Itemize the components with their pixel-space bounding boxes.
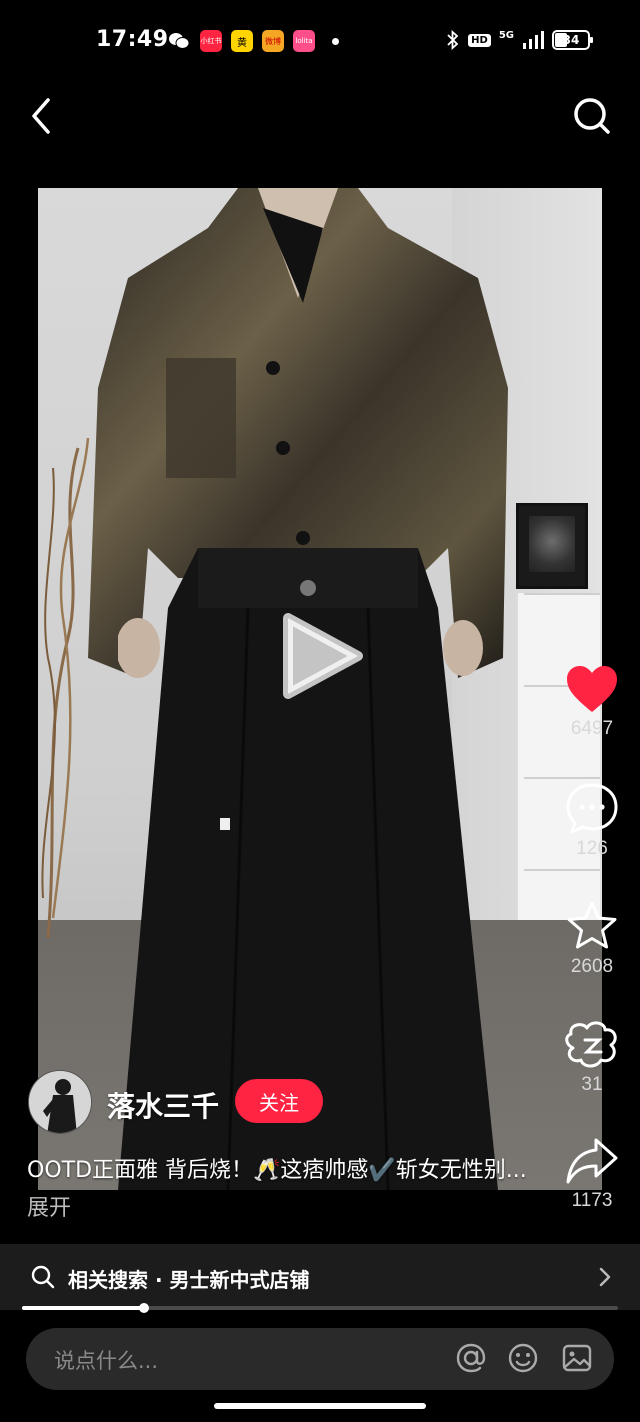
like-count: 6497: [570, 718, 614, 739]
caption-text: OOTD正面雅 背后烧！🥂这痞帅感✔️斩女无性别...: [27, 1158, 527, 1183]
progress-handle[interactable]: [139, 1303, 150, 1313]
avatar[interactable]: [28, 1070, 92, 1134]
expand-link[interactable]: 展开: [27, 1196, 71, 1221]
collect-button[interactable]: 2608: [560, 900, 624, 978]
status-time: 17:49: [96, 27, 169, 52]
comment-placeholder: 说点什么...: [54, 1349, 159, 1373]
search-icon: [574, 98, 610, 134]
comment-bubble-icon: [566, 783, 618, 834]
status-bar: 17:49 小红书 黄 微博 lolita HD 5G 34: [0, 0, 640, 80]
mention-icon[interactable]: [454, 1341, 488, 1375]
related-search-bar[interactable]: 相关搜索 · 男士新中式店铺: [0, 1244, 640, 1310]
video-player[interactable]: [38, 188, 602, 1190]
comment-count: 126: [576, 838, 608, 859]
video-progress-bar[interactable]: [22, 1303, 618, 1313]
star-icon: [567, 901, 617, 949]
more-notifs-dot-icon: [330, 30, 340, 52]
post-caption[interactable]: OOTD正面雅 背后烧！🥂这痞帅感✔️斩女无性别... 展开: [27, 1152, 547, 1228]
bluetooth-icon: [447, 30, 459, 50]
back-button[interactable]: [24, 92, 64, 140]
network-type: 5G: [498, 30, 514, 41]
xiaohongshu-notif-icon: 小红书: [200, 30, 222, 52]
status-indicators: HD 5G 34: [446, 30, 593, 50]
search-icon: [31, 1265, 55, 1289]
image-icon[interactable]: [560, 1341, 594, 1375]
heart-icon: [567, 666, 617, 712]
follow-button[interactable]: 关注: [235, 1079, 323, 1123]
chevron-right-icon: [599, 1267, 611, 1287]
wechat-icon: [168, 30, 190, 52]
app-notif-icon: 黄: [231, 30, 253, 52]
hd-icon: HD: [468, 33, 491, 47]
share-count: 1173: [571, 1190, 613, 1211]
like-button[interactable]: 6497: [560, 664, 624, 740]
comment-button[interactable]: 126: [560, 782, 624, 860]
picture-frame: [516, 503, 588, 589]
collect-count: 2608: [570, 956, 614, 977]
share-arrow-icon: [566, 1138, 618, 1184]
battery-icon: 34: [552, 30, 593, 50]
signal-icon: [523, 31, 544, 49]
home-indicator[interactable]: [214, 1403, 426, 1409]
doodle-count: 31: [581, 1074, 603, 1095]
chevron-left-icon: [32, 98, 50, 134]
weibo-icon: 微博: [262, 30, 284, 52]
author-name[interactable]: 落水三千: [107, 1085, 219, 1125]
emoji-icon[interactable]: [506, 1341, 540, 1375]
play-icon[interactable]: [278, 608, 368, 704]
search-button[interactable]: [568, 92, 616, 140]
doodle-sticker-icon: [565, 1021, 617, 1068]
progress-fill: [22, 1306, 145, 1310]
related-search-label: 相关搜索 · 男士新中式店铺: [68, 1268, 310, 1292]
share-button[interactable]: 1173: [560, 1136, 624, 1212]
comment-input[interactable]: 说点什么...: [26, 1328, 614, 1390]
doodle-button[interactable]: 31: [560, 1018, 624, 1096]
lolita-app-icon: lolita: [293, 30, 315, 52]
